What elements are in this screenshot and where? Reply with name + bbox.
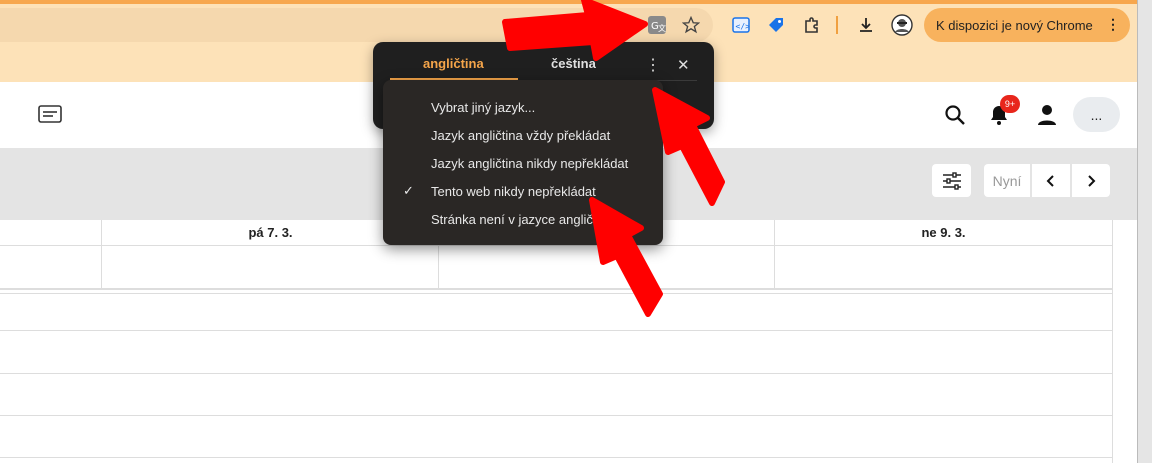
star-icon[interactable]	[680, 14, 702, 36]
toolbar-separator	[836, 16, 838, 34]
menu-item-label: Vybrat jiný jazyk...	[431, 99, 536, 115]
time-slot-line	[0, 457, 1112, 458]
previous-button[interactable]	[1032, 164, 1070, 197]
filter-settings-button[interactable]	[932, 164, 971, 197]
menu-item-always-translate[interactable]: Jazyk angličtina vždy překládat	[383, 121, 663, 149]
chrome-update-button[interactable]: K dispozici je nový Chrome ⋮	[924, 8, 1130, 42]
menu-item-label: Jazyk angličtina nikdy nepřekládat	[431, 155, 629, 171]
card-icon[interactable]	[38, 105, 62, 128]
notification-badge: 9+	[1000, 95, 1020, 113]
all-day-cell[interactable]	[774, 246, 1112, 290]
sliders-icon	[942, 171, 961, 190]
tag-extension-icon[interactable]	[765, 14, 787, 36]
menu-item-page-not-in-language[interactable]: Stránka není v jazyce angličtina	[383, 205, 663, 233]
day-header[interactable]: ne 9. 3.	[774, 220, 1112, 246]
chevron-left-icon	[1046, 174, 1054, 187]
checkmark-icon: ✓	[403, 183, 414, 198]
next-button[interactable]	[1072, 164, 1110, 197]
download-icon[interactable]	[855, 14, 877, 36]
time-slot-line	[0, 330, 1112, 331]
all-day-cell[interactable]	[101, 246, 439, 290]
all-day-cell[interactable]	[438, 246, 775, 290]
menu-item-label: Stránka není v jazyce angličtina	[431, 211, 614, 227]
translate-options-menu: Vybrat jiný jazyk... Jazyk angličtina vž…	[383, 80, 663, 245]
close-icon[interactable]: ✕	[677, 56, 690, 74]
time-slot-line	[0, 293, 1112, 294]
svg-text:文: 文	[658, 23, 666, 33]
svg-text:</>: </>	[736, 22, 751, 31]
update-button-label: K dispozici je nový Chrome	[936, 17, 1093, 33]
user-icon[interactable]	[1037, 104, 1057, 131]
now-button[interactable]: Nyní	[984, 164, 1030, 197]
time-slot-line	[0, 373, 1112, 374]
window-edge	[1137, 0, 1152, 463]
tab-strip-edge	[0, 0, 1137, 4]
devtools-extension-icon[interactable]: </>	[730, 14, 752, 36]
now-button-label: Nyní	[992, 172, 1022, 189]
menu-item-never-translate-language[interactable]: Jazyk angličtina nikdy nepřekládat	[383, 149, 663, 177]
time-slot-line	[0, 415, 1112, 416]
profile-avatar-icon[interactable]	[890, 13, 914, 37]
chevron-right-icon	[1088, 174, 1096, 187]
menu-item-label: Tento web nikdy nepřekládat	[431, 183, 596, 199]
all-day-cell[interactable]	[0, 246, 102, 290]
update-menu-icon[interactable]: ⋮	[1106, 16, 1120, 33]
options-menu-icon[interactable]: ⋮	[645, 55, 661, 75]
search-icon[interactable]	[944, 104, 966, 131]
menu-item-never-translate-site[interactable]: ✓ Tento web nikdy nepřekládat	[383, 177, 663, 205]
calendar-grid: pá 7. 3. ne 9. 3.	[0, 220, 1113, 463]
tab-target-language[interactable]: čeština	[551, 56, 596, 71]
address-bar[interactable]	[0, 8, 713, 42]
translate-icon[interactable]: G文	[646, 14, 668, 36]
menu-item-choose-language[interactable]: Vybrat jiný jazyk...	[383, 93, 663, 121]
day-header[interactable]	[0, 220, 102, 246]
menu-item-label: Jazyk angličtina vždy překládat	[431, 127, 611, 143]
extensions-puzzle-icon[interactable]	[801, 14, 823, 36]
tab-source-language[interactable]: angličtina	[423, 56, 484, 71]
more-button[interactable]: ...	[1073, 97, 1120, 132]
